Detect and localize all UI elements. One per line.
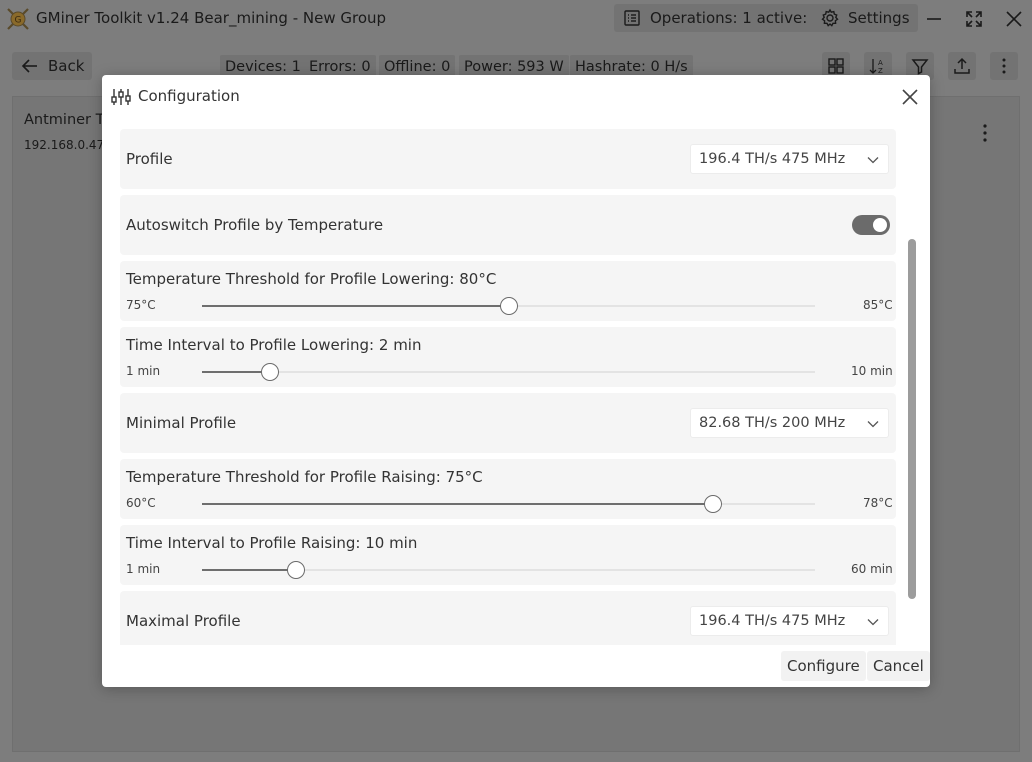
time-lowering-slider[interactable] (202, 363, 815, 381)
device-more-icon[interactable] (975, 122, 995, 144)
profile-row: Profile 196.4 TH/s 475 MHz (120, 129, 896, 189)
autoswitch-row: Autoswitch Profile by Temperature (120, 195, 896, 255)
scrollbar[interactable] (908, 239, 916, 599)
device-name: Antminer T2 (24, 112, 114, 128)
app-title: GMiner Toolkit v1.24 Bear_mining - New G… (36, 9, 387, 27)
close-icon (1006, 11, 1022, 27)
app-logo-icon: G (7, 8, 29, 30)
slider-fill (202, 503, 713, 505)
maximize-button[interactable] (961, 6, 987, 32)
temp-lowering-row: Temperature Threshold for Profile Loweri… (120, 261, 896, 321)
filter-icon (911, 59, 929, 75)
settings-button[interactable]: Settings (812, 4, 918, 32)
dialog-title: Configuration (138, 87, 240, 105)
grid-icon (828, 58, 844, 74)
temp-lowering-max: 85°C (863, 298, 893, 312)
operations-label: Operations: 1 active: 0 (650, 9, 822, 27)
chevron-down-icon (867, 421, 879, 428)
slider-thumb[interactable] (499, 297, 518, 315)
maximal-profile-label: Maximal Profile (126, 612, 241, 630)
time-lowering-row: Time Interval to Profile Lowering: 2 min… (120, 327, 896, 387)
minimal-profile-select[interactable]: 82.68 TH/s 200 MHz (690, 408, 889, 438)
close-window-button[interactable] (1001, 6, 1027, 32)
autoswitch-toggle[interactable] (852, 215, 890, 235)
maximal-profile-row: Maximal Profile 196.4 TH/s 475 MHz (120, 591, 896, 645)
toggle-knob (873, 218, 887, 232)
slider-thumb[interactable] (261, 363, 280, 381)
minimal-profile-label: Minimal Profile (126, 414, 237, 432)
back-label: Back (48, 57, 85, 75)
svg-text:Z: Z (878, 67, 883, 75)
temp-raising-slider[interactable] (202, 495, 815, 513)
arrow-left-icon (21, 59, 37, 73)
minimize-icon (927, 18, 941, 20)
settings-scroll-area[interactable]: Profile 196.4 TH/s 475 MHz Autoswitch Pr… (120, 123, 906, 645)
sort-az-icon: A Z (869, 59, 883, 75)
profile-select[interactable]: 196.4 TH/s 475 MHz (690, 144, 889, 174)
slider-fill (202, 305, 509, 307)
more-options-button[interactable] (990, 52, 1018, 80)
profile-label: Profile (126, 150, 173, 168)
operations-button[interactable]: Operations: 1 active: 0 (614, 4, 830, 32)
slider-thumb[interactable] (286, 561, 305, 579)
chevron-down-icon (867, 619, 879, 626)
configure-button[interactable]: Configure (781, 651, 866, 681)
svg-text:G: G (15, 16, 22, 26)
upload-icon (954, 57, 970, 74)
title-bar: G GMiner Toolkit v1.24 Bear_mining - New… (0, 0, 1032, 38)
maximal-profile-select[interactable]: 196.4 TH/s 475 MHz (690, 606, 889, 636)
slider-fill (202, 371, 271, 373)
chevron-down-icon (867, 157, 879, 164)
dialog-header: Configuration (102, 75, 930, 119)
time-raising-max: 60 min (851, 562, 893, 576)
configuration-dialog: Configuration Profile 196.4 TH/s 475 MHz… (102, 75, 930, 687)
time-lowering-max: 10 min (851, 364, 893, 378)
temp-lowering-min: 75°C (126, 298, 156, 312)
temp-raising-max: 78°C (863, 496, 893, 510)
time-raising-min: 1 min (126, 562, 161, 576)
autoswitch-label: Autoswitch Profile by Temperature (126, 216, 384, 234)
temp-raising-label: Temperature Threshold for Profile Raisin… (126, 468, 483, 486)
cancel-button[interactable]: Cancel (867, 651, 930, 681)
gear-icon (821, 8, 839, 27)
temp-raising-row: Temperature Threshold for Profile Raisin… (120, 459, 896, 519)
minimal-profile-value: 82.68 TH/s 200 MHz (699, 415, 846, 431)
time-raising-label: Time Interval to Profile Raising: 10 min (126, 534, 418, 552)
time-raising-row: Time Interval to Profile Raising: 10 min… (120, 525, 896, 585)
close-dialog-icon[interactable] (898, 85, 922, 109)
list-icon (624, 10, 640, 26)
maximal-profile-value: 196.4 TH/s 475 MHz (699, 613, 846, 629)
device-ip: 192.168.0.47 ( (24, 138, 113, 152)
slider-fill (202, 569, 296, 571)
export-button[interactable] (948, 52, 976, 80)
more-vertical-icon (1002, 58, 1006, 74)
profile-value: 196.4 TH/s 475 MHz (699, 151, 846, 167)
minimize-button[interactable] (921, 6, 947, 32)
temp-raising-min: 60°C (126, 496, 156, 510)
temp-lowering-slider[interactable] (202, 297, 815, 315)
time-raising-slider[interactable] (202, 561, 815, 579)
time-lowering-min: 1 min (126, 364, 161, 378)
back-button[interactable]: Back (12, 52, 93, 80)
settings-label: Settings (848, 9, 910, 27)
svg-text:A: A (878, 59, 883, 67)
temp-lowering-label: Temperature Threshold for Profile Loweri… (126, 270, 497, 288)
slider-thumb[interactable] (703, 495, 722, 513)
expand-icon (966, 11, 982, 27)
minimal-profile-row: Minimal Profile 82.68 TH/s 200 MHz (120, 393, 896, 453)
sliders-icon (111, 89, 131, 105)
time-lowering-label: Time Interval to Profile Lowering: 2 min (126, 336, 422, 354)
